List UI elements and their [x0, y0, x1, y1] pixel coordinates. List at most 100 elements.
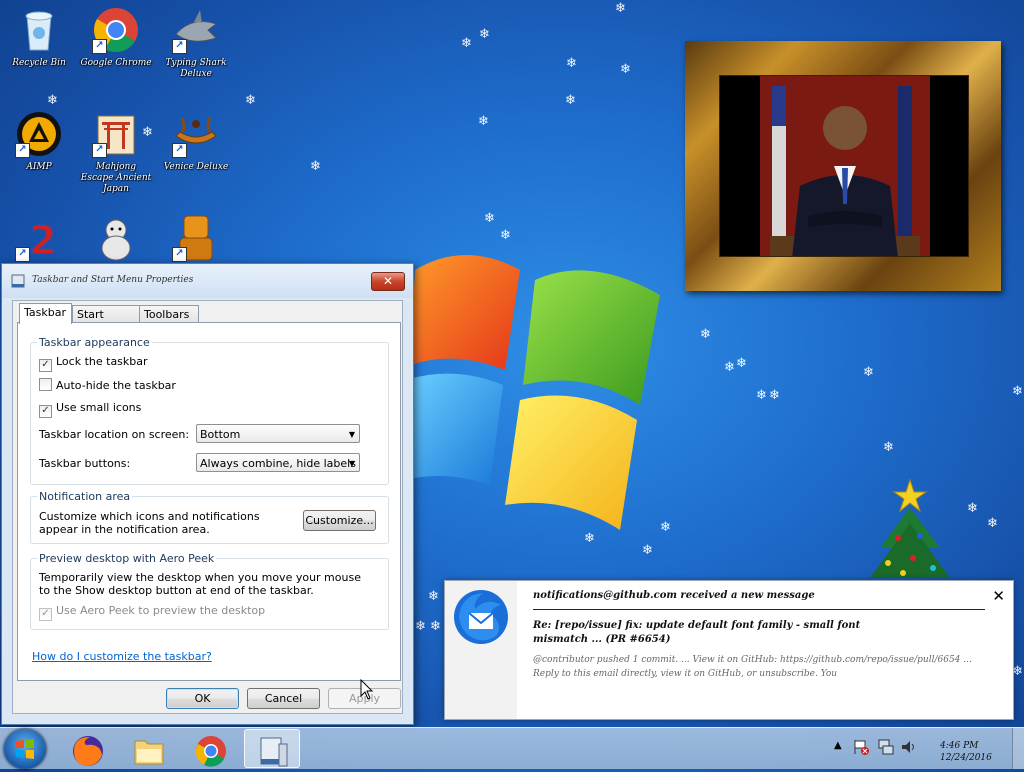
aero-peek-checkbox[interactable]: ✓ Use Aero Peek to preview the desktop: [39, 604, 265, 621]
aero-peek-heading: Preview desktop with Aero Peek: [37, 552, 217, 565]
mahjong-torii-icon: ↗: [92, 110, 140, 158]
notification-close-button[interactable]: ✕: [992, 587, 1005, 605]
email-notification-popup[interactable]: notifications@github.com received a new …: [444, 580, 1014, 720]
ok-button[interactable]: OK: [166, 688, 239, 709]
chrome-icon: [195, 736, 226, 767]
shortcut-arrow-icon: ↗: [92, 39, 107, 54]
svg-text:2: 2: [29, 218, 57, 262]
taskbar-buttons-select[interactable]: Always combine, hide labels ▼: [196, 453, 360, 472]
shortcut-arrow-icon: ↗: [172, 39, 187, 54]
taskbar-appearance-heading: Taskbar appearance: [37, 336, 152, 349]
notification-area-heading: Notification area: [37, 490, 133, 503]
aero-peek-description: Temporarily view the desktop when you mo…: [39, 571, 361, 597]
notification-sender: notifications@github.com received a new …: [533, 590, 815, 601]
shortcut-arrow-icon: ↗: [15, 143, 30, 158]
checkbox-checked-icon: ✓: [39, 359, 52, 372]
taskbar-properties-button[interactable]: [244, 729, 300, 768]
network-icon[interactable]: [877, 738, 895, 756]
desktop-icon-google-chrome[interactable]: ↗ Google Chrome: [79, 6, 153, 69]
windows-flag-icon: [16, 739, 34, 759]
desktop-icon-typing-shark[interactable]: ↗ Typing Shark Deluxe: [159, 6, 233, 80]
portrait-photo: [719, 75, 969, 257]
desktop-icon-aimp[interactable]: ↗ AIMP: [2, 110, 76, 173]
taskbar: ▲ 4:46 PM 12/24/2016: [0, 727, 1024, 769]
dropdown-arrow-icon: ▼: [348, 459, 355, 468]
taskbar-buttons-label: Taskbar buttons:: [39, 457, 131, 470]
desktop-icon-mahjong[interactable]: ↗ Mahjong Escape Ancient Japan: [79, 110, 153, 195]
dialog-close-button[interactable]: ✕: [371, 272, 405, 291]
show-desktop-button[interactable]: [1012, 728, 1024, 769]
customize-button[interactable]: Customize...: [303, 510, 376, 531]
number-two-icon: 2 ↗: [15, 214, 63, 265]
tab-toolbars[interactable]: Toolbars: [139, 305, 199, 323]
action-center-flag-icon[interactable]: [853, 738, 869, 756]
desktop-icon-label: Google Chrome: [80, 58, 152, 68]
taskbar-properties-dialog: Taskbar and Start Menu Properties ✕ Task…: [1, 263, 414, 725]
folder-icon: [134, 740, 164, 765]
show-hidden-icons-button[interactable]: ▲: [834, 740, 842, 751]
desktop-icon-venice-deluxe[interactable]: ↗ Venice Deluxe: [159, 110, 233, 173]
christmas-tree-decoration: [870, 478, 950, 578]
chrome-icon: ↗: [92, 6, 140, 54]
shortcut-arrow-icon: ↗: [172, 143, 187, 158]
clock-time: 4:46 PM: [940, 741, 979, 751]
taskbar-location-select[interactable]: Bottom ▼: [196, 424, 360, 443]
system-clock[interactable]: 4:46 PM 12/24/2016: [940, 740, 992, 764]
desktop-icon-recycle-bin[interactable]: Recycle Bin: [2, 6, 76, 69]
checkbox-checked-icon: ✓: [39, 608, 52, 621]
notification-area-description: Customize which icons and notifications …: [39, 510, 260, 536]
notification-icon-area: [445, 581, 517, 719]
shortcut-arrow-icon: ↗: [92, 143, 107, 158]
taskbar-location-label: Taskbar location on screen:: [39, 428, 190, 441]
desktop-icon-label: Recycle Bin: [12, 58, 66, 68]
taskbar-firefox-button[interactable]: [60, 729, 116, 768]
taskbar-tab-panel: Taskbar appearance ✓ Lock the taskbar Aut…: [17, 322, 401, 681]
recycle-bin-icon: [15, 6, 63, 54]
taskbar-chrome-button[interactable]: [183, 729, 239, 768]
shark-icon: ↗: [172, 6, 220, 54]
notification-preview: @contributor pushed 1 commit. ... View i…: [533, 655, 972, 679]
small-icons-checkbox[interactable]: ✓ Use small icons: [39, 401, 141, 418]
mouse-cursor-icon: [360, 679, 374, 700]
volume-icon[interactable]: [900, 738, 918, 756]
notification-area-group: Notification area Customize which icons …: [30, 490, 389, 544]
aimp-icon: ↗: [15, 110, 63, 158]
checkbox-checked-icon: ✓: [39, 405, 52, 418]
taskbar-properties-icon: [11, 274, 25, 288]
checkbox-unchecked-icon: [39, 378, 52, 391]
dialog-body: Taskbar Start Menu Toolbars Taskbar appe…: [12, 300, 403, 714]
desktop-icon-partial-1[interactable]: 2 ↗: [2, 214, 76, 265]
taskbar-appearance-group: Taskbar appearance ✓ Lock the taskbar Aut…: [30, 336, 389, 485]
dialog-titlebar[interactable]: Taskbar and Start Menu Properties ✕: [2, 264, 413, 298]
taskbar-explorer-button[interactable]: [121, 729, 177, 768]
desktop-icon-label: Mahjong Escape Ancient Japan: [80, 162, 152, 194]
dropdown-arrow-icon: ▼: [348, 430, 355, 439]
game-blocks-icon: ↗: [172, 214, 220, 262]
taskbar-properties-icon: [260, 737, 288, 767]
start-button[interactable]: [4, 729, 46, 769]
desktop-icon-partial-3[interactable]: ↗: [159, 214, 233, 262]
desktop-icon-label: Typing Shark Deluxe: [165, 58, 227, 79]
cancel-button[interactable]: Cancel: [247, 688, 320, 709]
desktop-icon-label: AIMP: [26, 162, 52, 172]
firefox-icon: [73, 736, 103, 766]
help-link[interactable]: How do I customize the taskbar?: [32, 650, 212, 663]
desktop-icon-label: Venice Deluxe: [163, 162, 229, 172]
tab-taskbar[interactable]: Taskbar: [19, 303, 72, 324]
autohide-taskbar-checkbox[interactable]: Auto-hide the taskbar: [39, 378, 176, 392]
aero-peek-group: Preview desktop with Aero Peek Temporari…: [30, 552, 389, 630]
notification-divider: [533, 609, 985, 610]
clock-date: 12/24/2016: [940, 753, 992, 763]
dialog-title: Taskbar and Start Menu Properties: [32, 275, 194, 285]
shortcut-arrow-icon: ↗: [15, 247, 30, 262]
picture-frame-gadget[interactable]: [685, 41, 1001, 291]
gondola-icon: ↗: [172, 110, 220, 158]
notification-subject: Re: [repo/issue] fix: update default fon…: [533, 620, 861, 645]
windows-logo-wallpaper: [405, 255, 660, 530]
tab-start-menu[interactable]: Start Menu: [72, 305, 141, 338]
yeti-icon: [92, 214, 140, 262]
shortcut-arrow-icon: ↗: [172, 247, 187, 262]
desktop-icon-partial-2[interactable]: [79, 214, 153, 262]
lock-taskbar-checkbox[interactable]: ✓ Lock the taskbar: [39, 355, 148, 372]
thunderbird-icon: [454, 590, 508, 644]
